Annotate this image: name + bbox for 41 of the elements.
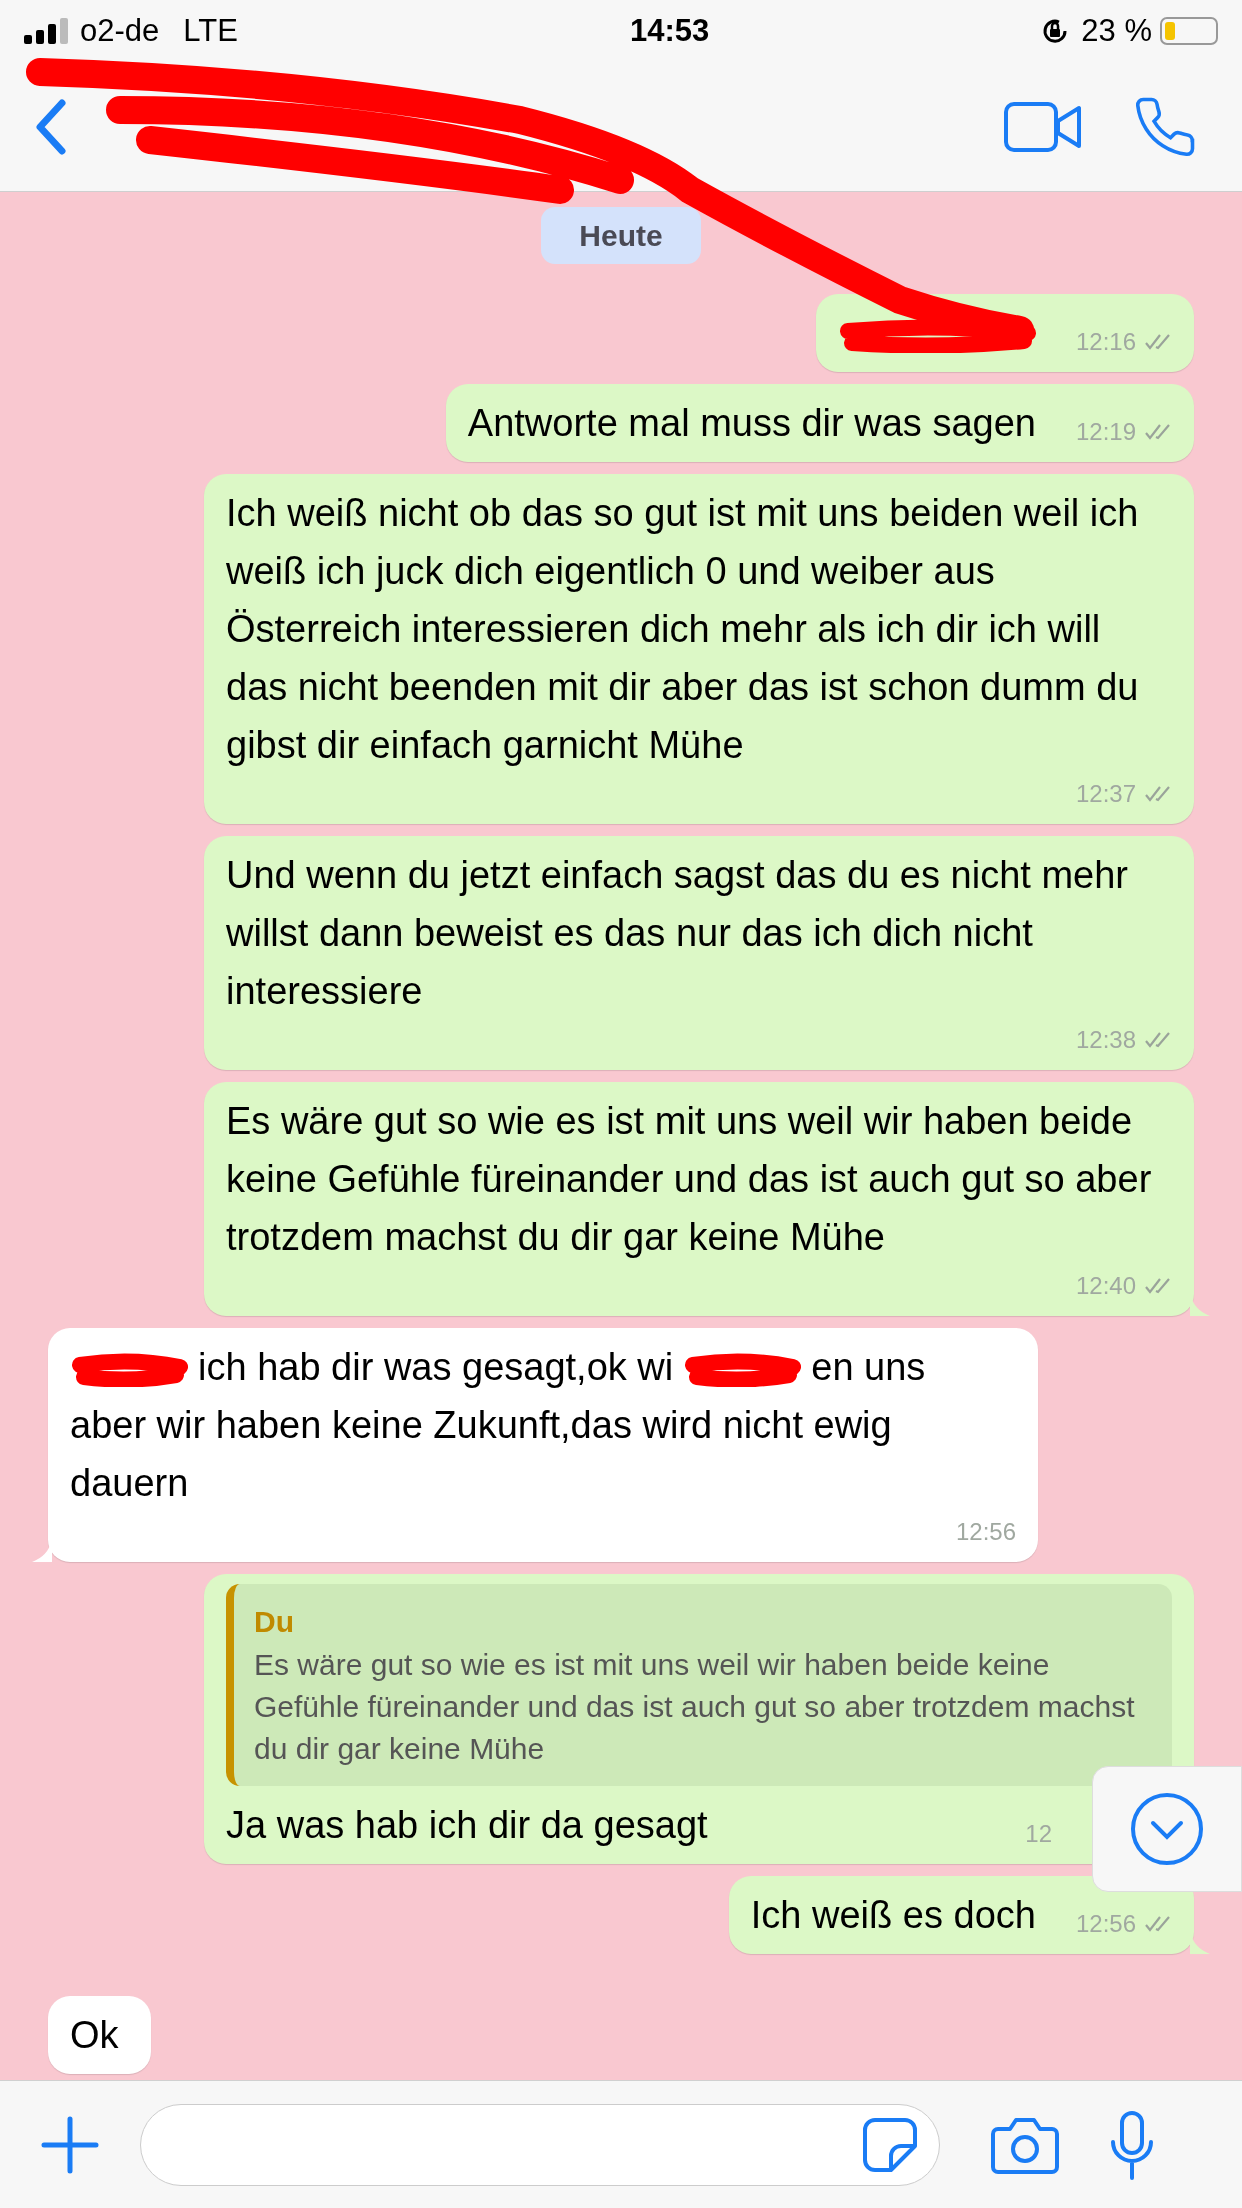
back-icon[interactable] — [34, 98, 68, 155]
message-time: 12:56 — [954, 1517, 1016, 1547]
clock-time: 14:53 — [628, 11, 710, 50]
video-call-icon[interactable] — [1004, 101, 1082, 152]
microphone-icon[interactable] — [1108, 2109, 1156, 2180]
double-check-icon — [1144, 423, 1172, 441]
quote-author: Du — [254, 1604, 295, 1640]
message-text: Ja was hab ich dir da gesagt — [226, 1803, 708, 1848]
battery-percent: 23 % — [1081, 11, 1152, 50]
message-text: Und wenn du jetzt einfach sagst das du es nicht mehr willst dann beweist es das nur das ich dich nicht interessiere — [226, 853, 1129, 1014]
scroll-down-button[interactable] — [1092, 1766, 1242, 1892]
carrier-name: o2-de — [80, 11, 160, 50]
message-time: 12:56 — [1045, 1904, 1172, 1944]
double-check-icon — [1144, 1277, 1172, 1295]
network-type: LTE — [183, 11, 238, 50]
message-time: 12 — [1024, 1819, 1052, 1849]
quote-text: Es wäre gut so wie es ist mit uns weil wir haben beide keine Gefühle füreinander und das ist auch gut so aber trotzdem machst du dir gar keine Mühe — [254, 1647, 1136, 1767]
quoted-message[interactable]: Du Es wäre gut so wie es ist mit uns weil wir haben beide keine Gefühle füreinander und das ist auch gut so aber trotzdem machst du dir gar keine Mühe — [226, 1584, 1172, 1786]
message-text: aber wir haben keine Zukunft,das wird nicht ewig dauern — [70, 1403, 893, 1506]
double-check-icon — [1144, 1915, 1172, 1933]
message-text: en uns — [811, 1345, 926, 1390]
plus-icon[interactable] — [40, 2114, 100, 2175]
message-time: 12:19 — [1045, 412, 1172, 452]
message-text: ich hab dir was gesagt,ok wi — [198, 1345, 674, 1390]
message-time: 12:40 — [1045, 1266, 1172, 1306]
sticker-icon[interactable] — [861, 2115, 919, 2174]
double-check-icon — [1144, 1031, 1172, 1049]
signal-icon — [24, 18, 70, 44]
message-text: Ich weiß es doch — [750, 1893, 1036, 1938]
message-time: 12:38 — [1045, 1020, 1172, 1060]
message-text: Antworte mal muss dir was sagen — [467, 401, 1036, 446]
message-text: Ok — [70, 2013, 119, 2058]
double-check-icon — [1144, 333, 1172, 351]
message-time: 12:37 — [1045, 774, 1172, 814]
double-check-icon — [1144, 785, 1172, 803]
message-text: Ich weiß nicht ob das so gut ist mit uns beiden weil ich weiß ich juck dich eigentlich 0 und weiber aus Österreich interessieren dich mehr als ich dir ich will das nicht beenden mit dir aber das ist schon dumm du gibst dir einfach garnicht Mühe — [226, 491, 1140, 768]
message-text: Es wäre gut so wie es ist mit uns weil wir haben beide keine Gefühle füreinander und das ist auch gut so aber trotzdem machst du dir gar keine Mühe — [226, 1099, 1153, 1260]
message-time: 12:16 — [1045, 322, 1172, 362]
chevron-down-icon — [1129, 1791, 1205, 1867]
battery-icon — [1160, 17, 1218, 45]
date-chip: Heute — [541, 207, 701, 264]
